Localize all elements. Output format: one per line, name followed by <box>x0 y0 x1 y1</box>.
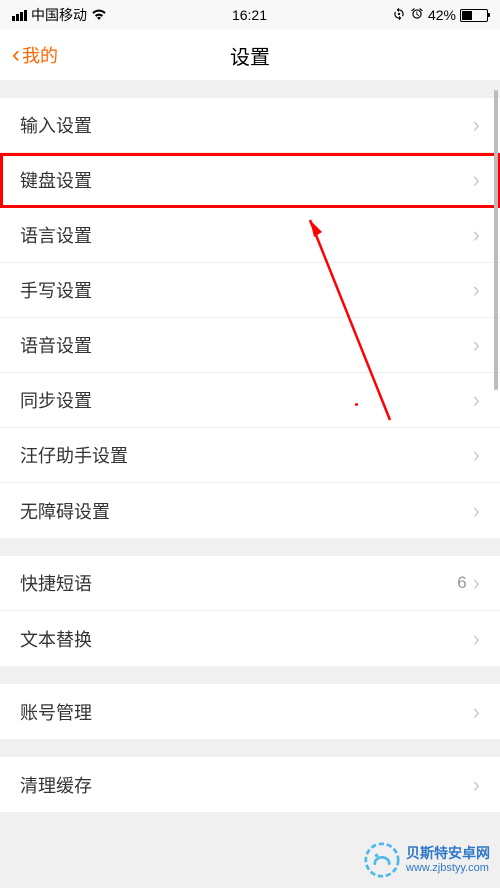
watermark-title: 贝斯特安卓网 <box>406 845 490 862</box>
row-label: 语言设置 <box>20 222 92 248</box>
row-right: › <box>473 699 480 725</box>
row-right: 6› <box>457 570 480 596</box>
settings-row[interactable]: 无障碍设置 › <box>0 483 500 538</box>
wifi-icon <box>91 7 107 23</box>
scrollbar-thumb[interactable] <box>494 90 498 390</box>
watermark-url: www.zjbstyy.com <box>406 862 490 875</box>
settings-group: 账号管理 › <box>0 684 500 739</box>
chevron-right-icon: › <box>473 442 480 468</box>
row-right: › <box>473 442 480 468</box>
annotation-dot <box>355 403 358 406</box>
chevron-right-icon: › <box>473 772 480 798</box>
settings-row[interactable]: 语言设置 › <box>0 208 500 263</box>
carrier-label: 中国移动 <box>31 5 87 25</box>
settings-row[interactable]: 汪仔助手设置 › <box>0 428 500 483</box>
settings-row[interactable]: 键盘设置 › <box>0 153 500 208</box>
rotation-lock-icon <box>392 7 406 24</box>
row-value: 6 <box>457 573 466 593</box>
status-left: 中国移动 <box>12 5 107 25</box>
row-right: › <box>473 167 480 193</box>
watermark: 贝斯特安卓网 www.zjbstyy.com <box>364 842 490 878</box>
chevron-right-icon: › <box>473 277 480 303</box>
row-label: 汪仔助手设置 <box>20 442 128 468</box>
row-label: 清理缓存 <box>20 772 92 798</box>
chevron-right-icon: › <box>473 387 480 413</box>
settings-row[interactable]: 文本替换 › <box>0 611 500 666</box>
row-right: › <box>473 772 480 798</box>
settings-row[interactable]: 快捷短语6› <box>0 556 500 611</box>
signal-icon <box>12 10 27 21</box>
status-right: 42% <box>392 7 488 24</box>
settings-row[interactable]: 语音设置 › <box>0 318 500 373</box>
row-label: 语音设置 <box>20 332 92 358</box>
chevron-left-icon: ‹ <box>12 41 20 69</box>
row-label: 快捷短语 <box>20 570 92 596</box>
row-right: › <box>473 626 480 652</box>
row-right: › <box>473 112 480 138</box>
battery-icon <box>460 9 488 22</box>
chevron-right-icon: › <box>473 498 480 524</box>
watermark-logo-icon <box>364 842 400 878</box>
row-label: 无障碍设置 <box>20 498 110 524</box>
battery-pct: 42% <box>428 7 456 23</box>
chevron-right-icon: › <box>473 626 480 652</box>
settings-row[interactable]: 清理缓存 › <box>0 757 500 812</box>
settings-group: 清理缓存 › <box>0 757 500 812</box>
settings-row[interactable]: 同步设置 › <box>0 373 500 428</box>
page-title: 设置 <box>230 41 270 70</box>
settings-row[interactable]: 手写设置 › <box>0 263 500 318</box>
row-label: 输入设置 <box>20 112 92 138</box>
row-label: 同步设置 <box>20 387 92 413</box>
row-right: › <box>473 277 480 303</box>
settings-list: 输入设置›键盘设置›语言设置›手写设置›语音设置›同步设置›汪仔助手设置›无障碍… <box>0 98 500 812</box>
row-right: › <box>473 332 480 358</box>
row-right: › <box>473 387 480 413</box>
settings-row[interactable]: 账号管理 › <box>0 684 500 739</box>
row-label: 文本替换 <box>20 626 92 652</box>
chevron-right-icon: › <box>473 112 480 138</box>
chevron-right-icon: › <box>473 167 480 193</box>
row-label: 键盘设置 <box>20 167 92 193</box>
scrollbar[interactable] <box>494 90 498 440</box>
row-right: › <box>473 222 480 248</box>
row-label: 账号管理 <box>20 699 92 725</box>
settings-group: 快捷短语6›文本替换› <box>0 556 500 666</box>
status-time: 16:21 <box>232 7 267 23</box>
alarm-icon <box>410 7 424 24</box>
row-right: › <box>473 498 480 524</box>
chevron-right-icon: › <box>473 570 480 596</box>
chevron-right-icon: › <box>473 332 480 358</box>
status-bar: 中国移动 16:21 42% <box>0 0 500 30</box>
row-label: 手写设置 <box>20 277 92 303</box>
settings-row[interactable]: 输入设置 › <box>0 98 500 153</box>
chevron-right-icon: › <box>473 222 480 248</box>
settings-group: 输入设置›键盘设置›语言设置›手写设置›语音设置›同步设置›汪仔助手设置›无障碍… <box>0 98 500 538</box>
back-button[interactable]: ‹ 我的 <box>12 41 58 69</box>
chevron-right-icon: › <box>473 699 480 725</box>
nav-bar: ‹ 我的 设置 <box>0 30 500 80</box>
back-label: 我的 <box>22 42 58 68</box>
